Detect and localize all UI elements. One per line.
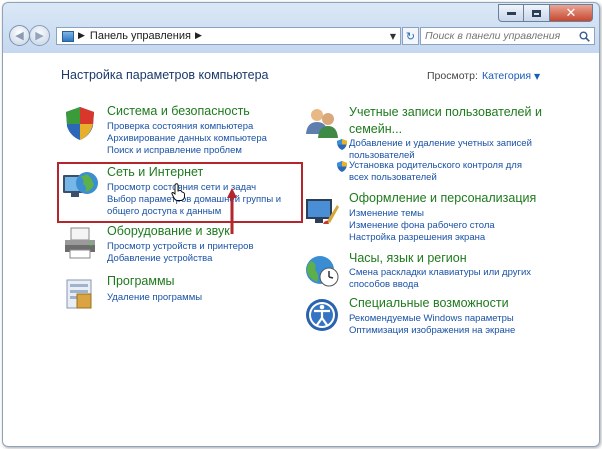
category-link[interactable]: Изменение фона рабочего стола [349, 220, 495, 231]
uac-shield-icon [337, 161, 347, 172]
back-button[interactable]: ◀ [9, 25, 30, 46]
category-link[interactable]: Рекомендуемые Windows параметры [349, 313, 514, 324]
category-link[interactable]: Архивирование данных компьютера [107, 133, 267, 144]
control-panel-window: ✕ ◀ ▶ ▶ Панель управления ▶ ▼ ↻ Настройк… [2, 2, 600, 447]
category-title[interactable]: Оборудование и звук [107, 224, 230, 238]
back-arrow-icon: ◀ [15, 29, 24, 42]
category-title[interactable]: Специальные возможности [349, 296, 509, 310]
uac-shield-icon [337, 139, 347, 150]
clock-globe-icon [306, 256, 339, 287]
category-title[interactable]: Часы, язык и регион [349, 251, 467, 265]
security-shield-icon [66, 107, 94, 140]
category-link[interactable]: Просмотр устройств и принтеров [107, 241, 254, 252]
address-bar[interactable]: ▶ Панель управления ▶ ▼ [56, 27, 401, 45]
maximize-icon [532, 9, 541, 17]
category-system-security: Система и безопасность Проверка состояни… [61, 104, 301, 164]
category-link[interactable]: Смена раскладки клавиатуры или других сп… [349, 267, 539, 291]
category-link[interactable]: Удаление программы [107, 292, 202, 303]
appearance-icon [306, 199, 339, 224]
arrow-up-icon [227, 188, 237, 234]
minimize-button[interactable] [498, 4, 524, 22]
refresh-icon: ↻ [405, 29, 416, 43]
category-link[interactable]: Поиск и исправление проблем [107, 145, 242, 156]
category-title[interactable]: Система и безопасность [107, 104, 250, 118]
close-button[interactable]: ✕ [550, 4, 593, 22]
category-link[interactable]: Оптимизация изображения на экране [349, 325, 515, 336]
category-title[interactable]: Учетные записи пользователей и семейн... [349, 104, 549, 138]
view-by-dropdown[interactable]: Категория ▼ [482, 70, 540, 82]
hand-cursor-icon [171, 183, 185, 201]
caption-buttons: ✕ [498, 4, 593, 22]
forward-arrow-icon: ▶ [35, 29, 44, 42]
minimize-icon [506, 11, 516, 15]
category-link[interactable]: Установка родительского контроля для все… [349, 160, 539, 184]
forward-button[interactable]: ▶ [29, 25, 50, 46]
category-appearance: Оформление и персонализация Изменение те… [303, 191, 548, 246]
category-link[interactable]: Добавление устройства [107, 253, 212, 264]
category-title[interactable]: Программы [107, 274, 175, 288]
programs-icon [66, 279, 92, 309]
refresh-button[interactable]: ↻ [402, 27, 419, 45]
category-hardware-sound: Оборудование и звук Просмотр устройств и… [61, 224, 301, 268]
printer-icon [65, 227, 95, 259]
category-ease-of-access: Специальные возможности Рекомендуемые Wi… [303, 296, 548, 338]
close-icon: ✕ [565, 5, 577, 21]
page-title: Настройка параметров компьютера [61, 68, 269, 82]
search-box[interactable] [420, 27, 595, 45]
search-input[interactable] [425, 29, 575, 43]
users-icon [306, 109, 338, 138]
breadcrumb-control-panel[interactable]: Панель управления [90, 30, 191, 42]
maximize-button[interactable] [524, 4, 550, 22]
category-link[interactable]: Изменение темы [349, 208, 424, 219]
category-clock-language-region: Часы, язык и регион Смена раскладки клав… [303, 251, 548, 293]
category-link[interactable]: Добавление и удаление учетных записей по… [349, 138, 539, 162]
category-user-accounts: Учетные записи пользователей и семейн...… [303, 104, 548, 184]
view-by-value: Категория [482, 70, 532, 82]
address-dropdown-icon[interactable]: ▼ [390, 32, 396, 41]
chevron-down-icon: ▼ [534, 72, 541, 81]
category-link[interactable]: Настройка разрешения экрана [349, 232, 485, 243]
breadcrumb-separator-icon[interactable]: ▶ [195, 31, 202, 41]
view-by-label: Просмотр: [427, 70, 478, 82]
category-title[interactable]: Оформление и персонализация [349, 191, 536, 205]
category-link[interactable]: Проверка состояния компьютера [107, 121, 253, 132]
category-programs: Программы Удаление программы [61, 274, 301, 314]
search-icon[interactable] [579, 31, 590, 42]
control-panel-icon [62, 30, 74, 42]
accessibility-icon [306, 299, 338, 331]
breadcrumb-separator-icon[interactable]: ▶ [78, 31, 85, 41]
